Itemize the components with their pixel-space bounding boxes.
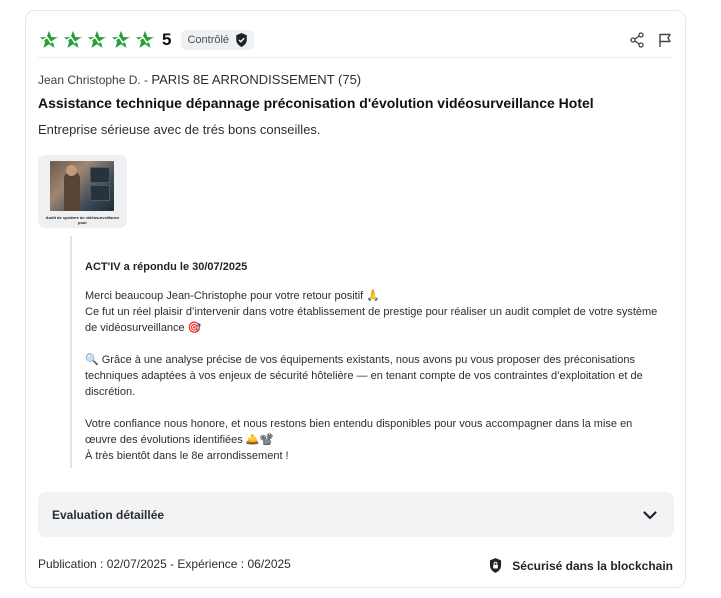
photo-monitor [90,185,110,201]
header-divider [38,57,673,58]
author-location: PARIS 8E ARRONDISSEMENT (75) [151,72,362,87]
publication-date: Publication : 02/07/2025 [38,557,167,571]
review-photo-thumbnail[interactable]: Audit de système de vidéosurveillance po… [38,155,127,228]
photo-person-head [66,165,77,176]
review-card: 5 Contrôlé Jean Christophe D. - PARIS 8E… [25,10,686,588]
author-name: Jean Christophe D. - [38,73,152,87]
company-reply: ACT'IV a répondu le 30/07/2025 Merci bea… [70,236,672,468]
star-icon [112,30,130,48]
shield-check-icon [236,33,247,47]
star-rating [38,29,156,51]
reply-paragraph: Votre confiance nous honore, et nous res… [85,418,633,462]
reply-header: ACT'IV a répondu le 30/07/2025 [85,261,248,273]
star-icon [64,30,82,48]
star-icon [40,30,58,48]
photo-person [64,171,80,211]
shield-lock-icon [490,558,502,573]
photo-caption: Audit de système de vidéosurveillance po… [45,215,120,225]
detailed-evaluation-toggle[interactable]: Evaluation détaillée [38,492,674,537]
blockchain-label: Sécurisé dans la blockchain [512,558,673,573]
review-dates: Publication : 02/07/2025 - Expérience : … [38,557,291,571]
experience-date: - Expérience : 06/2025 [166,557,291,571]
header-actions [629,32,673,48]
review-header: 5 Contrôlé [38,25,673,55]
reply-paragraph: 🔍 Grâce à une analyse précise de vos équ… [85,354,643,398]
star-icon [136,30,154,48]
share-icon[interactable] [629,32,645,48]
verified-badge: Contrôlé [181,30,255,50]
review-author-line: Jean Christophe D. - PARIS 8E ARRONDISSE… [38,72,361,87]
photo-monitor [90,167,110,183]
rating-value: 5 [162,30,172,49]
review-title: Assistance technique dépannage préconisa… [38,95,594,111]
blockchain-secured: Sécurisé dans la blockchain [489,558,673,573]
star-icon [88,30,106,48]
detailed-evaluation-label: Evaluation détaillée [52,507,165,522]
review-comment: Entreprise sérieuse avec de trés bons co… [38,122,321,137]
photo-image [50,161,114,211]
badge-label: Contrôlé [187,34,230,46]
reply-paragraph: Merci beaucoup Jean-Christophe pour votr… [85,290,658,334]
reply-body: Merci beaucoup Jean-Christophe pour votr… [85,288,660,480]
flag-icon[interactable] [657,32,673,48]
chevron-down-icon [643,510,657,519]
